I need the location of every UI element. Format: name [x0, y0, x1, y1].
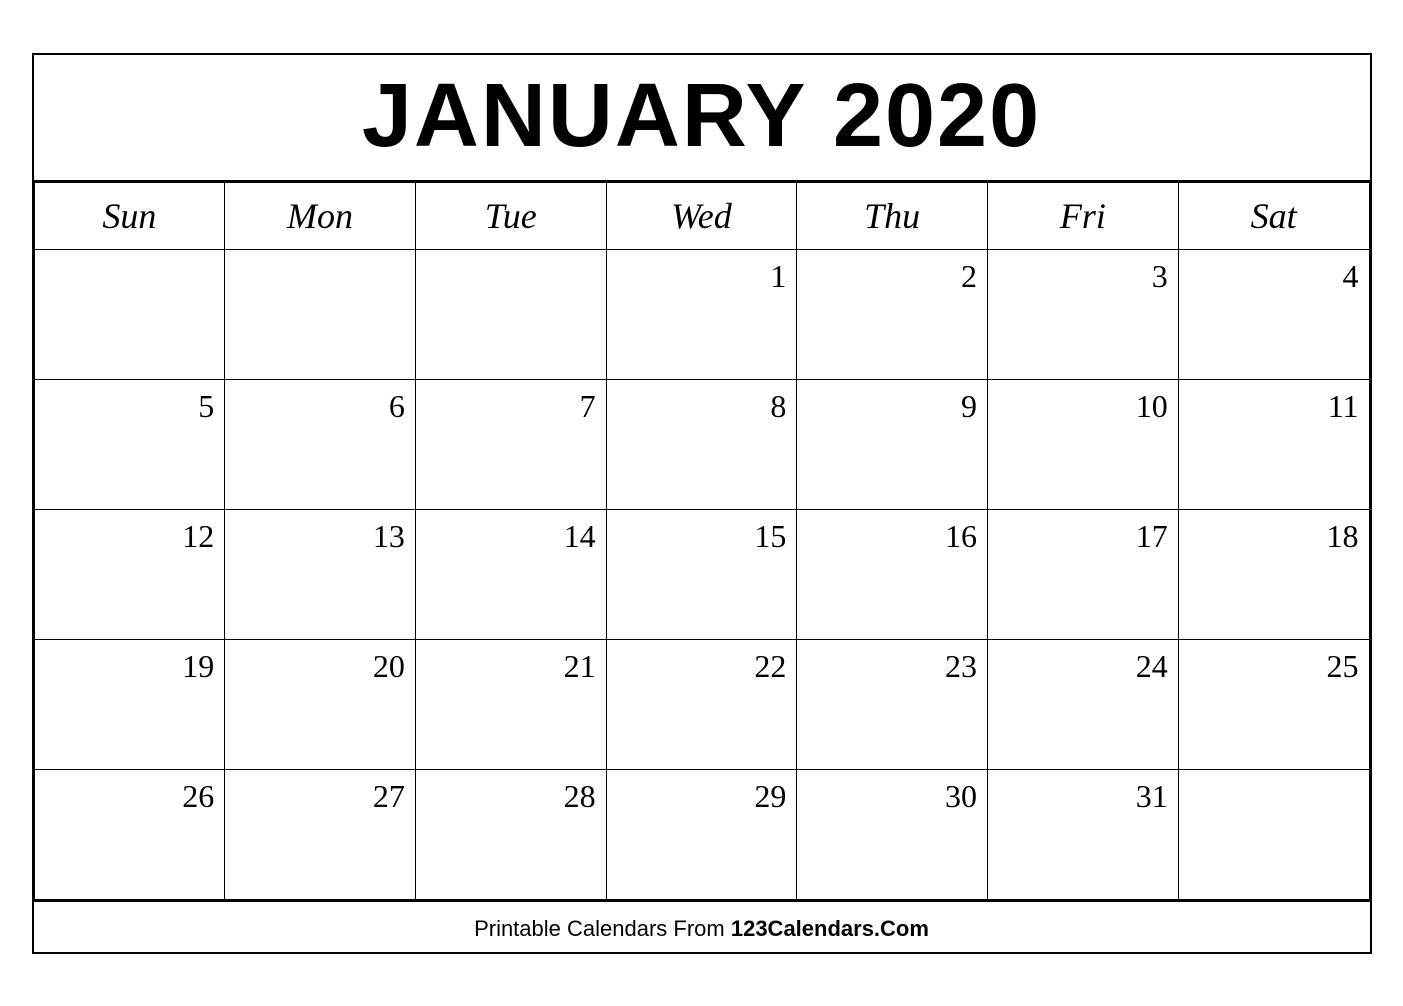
- calendar-cell: 7: [415, 379, 606, 509]
- calendar-cell: 18: [1178, 509, 1369, 639]
- calendar-cell: [415, 249, 606, 379]
- footer-text: Printable Calendars From: [474, 916, 731, 941]
- calendar-cell: 22: [606, 639, 797, 769]
- calendar-cell: 14: [415, 509, 606, 639]
- week-row-1: 1234: [34, 249, 1369, 379]
- calendar-cell: 11: [1178, 379, 1369, 509]
- calendar-title: JANUARY 2020: [34, 55, 1370, 182]
- calendar-cell: 24: [988, 639, 1179, 769]
- calendar-cell: 4: [1178, 249, 1369, 379]
- calendar-cell: 23: [797, 639, 988, 769]
- calendar-cell: [34, 249, 225, 379]
- header-tue: Tue: [415, 182, 606, 249]
- header-wed: Wed: [606, 182, 797, 249]
- calendar-cell: 10: [988, 379, 1179, 509]
- calendar-body: 1234567891011121314151617181920212223242…: [34, 249, 1369, 899]
- calendar-cell: 13: [225, 509, 416, 639]
- day-header-row: SunMonTueWedThuFriSat: [34, 182, 1369, 249]
- header-fri: Fri: [988, 182, 1179, 249]
- calendar-container: JANUARY 2020 SunMonTueWedThuFriSat 12345…: [32, 53, 1372, 954]
- calendar-cell: 29: [606, 769, 797, 899]
- calendar-cell: 16: [797, 509, 988, 639]
- calendar-cell: [1178, 769, 1369, 899]
- week-row-4: 19202122232425: [34, 639, 1369, 769]
- header-thu: Thu: [797, 182, 988, 249]
- calendar-cell: 8: [606, 379, 797, 509]
- calendar-cell: 9: [797, 379, 988, 509]
- calendar-cell: 17: [988, 509, 1179, 639]
- calendar-cell: 20: [225, 639, 416, 769]
- calendar-cell: 26: [34, 769, 225, 899]
- header-mon: Mon: [225, 182, 416, 249]
- footer-brand: 123Calendars.Com: [731, 916, 929, 941]
- calendar-cell: 30: [797, 769, 988, 899]
- calendar-cell: 25: [1178, 639, 1369, 769]
- calendar-cell: 19: [34, 639, 225, 769]
- calendar-cell: 27: [225, 769, 416, 899]
- calendar-cell: 1: [606, 249, 797, 379]
- calendar-cell: 28: [415, 769, 606, 899]
- calendar-cell: [225, 249, 416, 379]
- calendar-cell: 2: [797, 249, 988, 379]
- week-row-3: 12131415161718: [34, 509, 1369, 639]
- week-row-2: 567891011: [34, 379, 1369, 509]
- header-sat: Sat: [1178, 182, 1369, 249]
- calendar-cell: 12: [34, 509, 225, 639]
- header-sun: Sun: [34, 182, 225, 249]
- calendar-cell: 3: [988, 249, 1179, 379]
- calendar-footer: Printable Calendars From 123Calendars.Co…: [34, 900, 1370, 952]
- calendar-cell: 5: [34, 379, 225, 509]
- calendar-cell: 21: [415, 639, 606, 769]
- calendar-cell: 6: [225, 379, 416, 509]
- week-row-5: 262728293031: [34, 769, 1369, 899]
- calendar-cell: 15: [606, 509, 797, 639]
- calendar-grid: SunMonTueWedThuFriSat 123456789101112131…: [34, 182, 1370, 900]
- calendar-cell: 31: [988, 769, 1179, 899]
